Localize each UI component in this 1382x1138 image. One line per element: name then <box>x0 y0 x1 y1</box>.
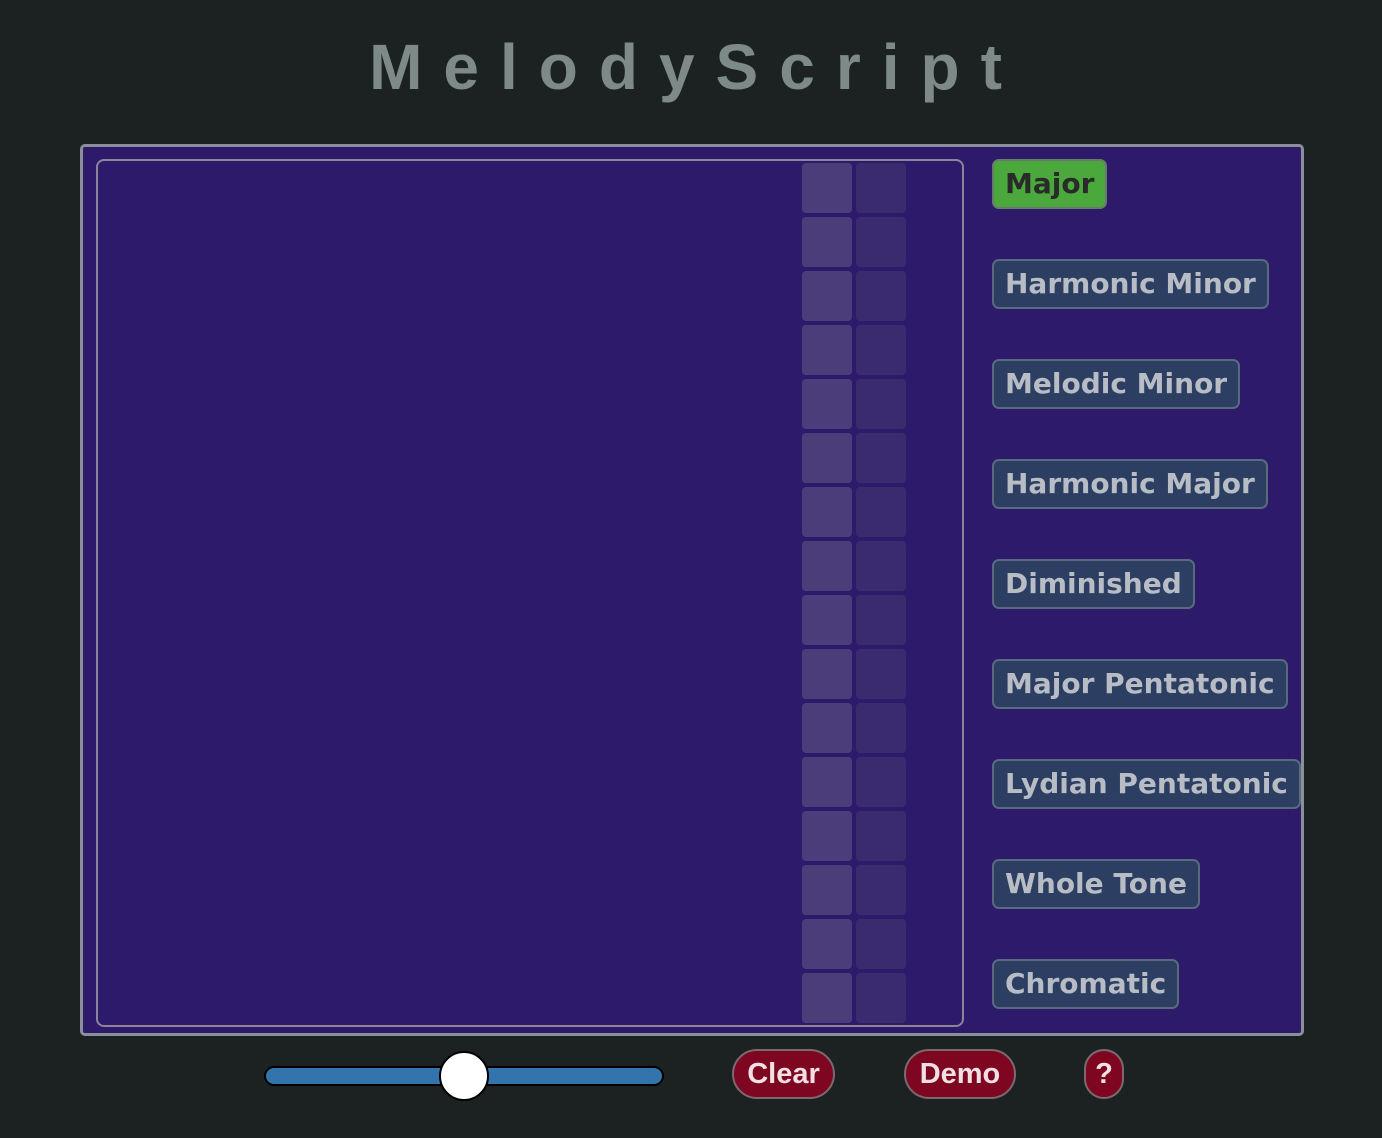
grid-cell[interactable] <box>802 163 852 213</box>
grid-cell[interactable] <box>802 811 852 861</box>
tempo-slider[interactable] <box>264 1051 664 1101</box>
melody-canvas[interactable] <box>96 159 964 1027</box>
scale-button[interactable]: Harmonic Major <box>992 459 1268 509</box>
grid-cell[interactable] <box>856 541 906 591</box>
grid-cell[interactable] <box>802 217 852 267</box>
grid-cell[interactable] <box>856 325 906 375</box>
grid-cell[interactable] <box>802 973 852 1023</box>
scale-button[interactable]: Diminished <box>992 559 1195 609</box>
grid-cell[interactable] <box>802 865 852 915</box>
scale-button[interactable]: Chromatic <box>992 959 1180 1009</box>
grid-cell[interactable] <box>802 379 852 429</box>
scale-button[interactable]: Major <box>992 159 1108 209</box>
grid-cell[interactable] <box>856 163 906 213</box>
grid-cell[interactable] <box>802 433 852 483</box>
grid-cell[interactable] <box>802 271 852 321</box>
scale-button[interactable]: Major Pentatonic <box>992 659 1288 709</box>
grid-cell[interactable] <box>856 217 906 267</box>
app-title: MelodyScript <box>369 31 1023 103</box>
grid-cell[interactable] <box>856 487 906 537</box>
grid-cell[interactable] <box>802 649 852 699</box>
grid-cell[interactable] <box>802 541 852 591</box>
grid-cell[interactable] <box>856 433 906 483</box>
grid-cell[interactable] <box>856 919 906 969</box>
grid-cell[interactable] <box>856 865 906 915</box>
grid-cell[interactable] <box>856 757 906 807</box>
grid-cell[interactable] <box>856 703 906 753</box>
grid-cell[interactable] <box>802 487 852 537</box>
scale-button[interactable]: Harmonic Minor <box>992 259 1269 309</box>
grid-cell[interactable] <box>802 757 852 807</box>
grid-cell[interactable] <box>802 703 852 753</box>
slider-thumb[interactable] <box>439 1051 489 1101</box>
main-panel: Major Harmonic Minor Melodic Minor Harmonic… <box>80 144 1304 1036</box>
grid-cell[interactable] <box>856 379 906 429</box>
scale-button[interactable]: Melodic Minor <box>992 359 1241 409</box>
grid-cell[interactable] <box>802 325 852 375</box>
demo-button[interactable]: Demo <box>904 1049 1016 1099</box>
clear-button[interactable]: Clear <box>732 1049 835 1099</box>
grid-cell[interactable] <box>856 649 906 699</box>
grid-cell[interactable] <box>856 271 906 321</box>
help-button[interactable]: ? <box>1084 1049 1124 1099</box>
grid-cell[interactable] <box>802 919 852 969</box>
grid-cell[interactable] <box>856 595 906 645</box>
grid-cell[interactable] <box>856 811 906 861</box>
grid-cell[interactable] <box>802 595 852 645</box>
scale-button[interactable]: Whole Tone <box>992 859 1200 909</box>
grid-cell[interactable] <box>856 973 906 1023</box>
scale-button[interactable]: Lydian Pentatonic <box>992 759 1301 809</box>
